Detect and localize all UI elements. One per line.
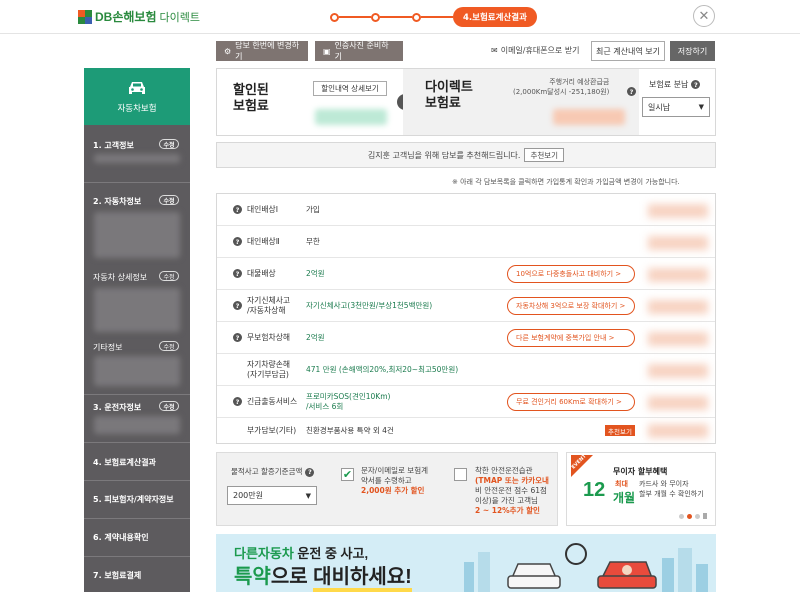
- recommend-tag[interactable]: 추천보기: [605, 425, 635, 436]
- upsell-link[interactable]: 다른 보험계약에 중복가입 안내 >: [507, 329, 635, 347]
- edit-badge[interactable]: 수정: [159, 271, 179, 281]
- logo-db-text: DB손해보험: [95, 10, 157, 24]
- coverage-row[interactable]: ? 무보험차상해 2억원 다른 보험계약에 중복가입 안내 >: [217, 322, 715, 354]
- chevron-down-icon: ▼: [305, 491, 311, 500]
- upsell-link[interactable]: 10억으로 다중충돌사고 대비하기 >: [507, 265, 635, 283]
- direct-premium-amount: [553, 109, 625, 125]
- carousel-dots[interactable]: [679, 513, 707, 519]
- coverage-row[interactable]: ? 대물배상 2억원 10억으로 다중충돌사고 대비하기 >: [217, 258, 715, 290]
- premium-summary: 할인된 보험료 할인내역 상세보기 › 다이렉트 보험료 주행거리 예상환급금 …: [216, 68, 716, 136]
- promo-banner[interactable]: 다른자동차 운전 중 사고, 특약으로 대비하세요!: [216, 534, 716, 592]
- sidebar-header[interactable]: 자동차보험: [84, 68, 190, 125]
- coverage-row[interactable]: ? 대인배상Ⅱ 무한: [217, 226, 715, 258]
- coverage-row[interactable]: 부가담보(기타) 친환경부품사용 특약 외 4건 추천보기: [217, 418, 715, 444]
- camera-icon: ▣: [323, 46, 331, 56]
- recommend-bar: 김지훈 고객님을 위해 담보를 추천해드립니다. 추천보기: [216, 142, 716, 168]
- change-coverage-button[interactable]: ⚙ 담보 한번에 변경하기: [216, 41, 308, 61]
- recommend-button[interactable]: 추천보기: [524, 148, 565, 162]
- top-header: DB손해보험 다이렉트 4.보험료계산결과 ✕: [0, 0, 800, 34]
- pay-split-select[interactable]: 일시납 ▼: [642, 97, 710, 117]
- email-contract-checkbox[interactable]: ✔: [341, 468, 354, 481]
- help-icon[interactable]: ?: [233, 397, 242, 406]
- edit-badge[interactable]: 수정: [159, 401, 179, 411]
- step-current: 4.보험료계산결과: [453, 7, 537, 27]
- upsell-link[interactable]: 자동차상해 3억으로 보장 확대하기 >: [507, 297, 635, 315]
- discount-premium-amount: [315, 109, 387, 125]
- sliders-icon: ⚙: [224, 46, 232, 56]
- help-icon[interactable]: ?: [305, 467, 315, 477]
- db-logo[interactable]: DB손해보험 다이렉트: [78, 8, 200, 25]
- upsell-link[interactable]: 무료 견인거리 60Km로 확대하기 >: [507, 393, 635, 411]
- event-description: 카드사 와 무이자 할부 개월 수 확인하기: [639, 480, 704, 498]
- discount-premium-title: 할인된 보험료: [233, 82, 269, 113]
- step-2-dot: [371, 12, 380, 22]
- edit-badge[interactable]: 수정: [159, 341, 179, 351]
- chevron-down-icon: ▼: [698, 103, 704, 111]
- help-icon[interactable]: ?: [233, 237, 242, 246]
- photo-prepare-button[interactable]: ▣ 인증사진 준비하기: [315, 41, 403, 61]
- property-threshold-label: 물적사고 할증기준금액 ?: [231, 467, 315, 477]
- pay-split-label: 보험료 분납 ?: [649, 79, 701, 90]
- event-banner[interactable]: EVENT 무이자 할부혜택 12 최대 개월 카드사 와 무이자 할부 개월 …: [566, 452, 716, 526]
- logo-direct-text: 다이렉트: [159, 11, 200, 24]
- help-icon[interactable]: ?: [233, 205, 242, 214]
- event-title: 무이자 할부혜택: [613, 467, 668, 476]
- car-icon: [129, 81, 145, 94]
- direct-premium-title: 다이렉트 보험료: [425, 79, 473, 110]
- save-button[interactable]: 저장하기: [670, 41, 715, 61]
- banner-illustration: [464, 543, 708, 592]
- coverage-row[interactable]: ? 긴급출동서비스 프로미카SOS(견인10Km) /서비스 6회 무료 견인거…: [217, 386, 715, 418]
- email-contract-text: 문자/이메일로 보험계 약서를 수령하고 2,000원 추가 할인: [361, 466, 429, 495]
- edit-badge[interactable]: 수정: [159, 195, 179, 205]
- coverage-row[interactable]: 자기차량손해 (자기부담금) 471 만원 (손해액의20%,최저20~최고50…: [217, 354, 715, 386]
- step-3-dot: [412, 12, 421, 22]
- close-button[interactable]: ✕: [693, 5, 715, 27]
- info-note: ※ 아래 각 담보목록을 클릭하면 가입통계 확인과 가입금액 변경이 가능합니…: [452, 178, 680, 186]
- recommend-text: 김지훈 고객님을 위해 담보를 추천해드립니다.: [367, 150, 521, 160]
- recent-calc-button[interactable]: 최근 계산내역 보기: [591, 41, 665, 61]
- event-months-number: 12: [583, 479, 606, 501]
- logo-mark-icon: [78, 9, 92, 24]
- discount-detail-button[interactable]: 할인내역 상세보기: [313, 81, 387, 96]
- banner-subheadline: 특약으로 대비하세요!: [234, 560, 412, 592]
- coverage-row[interactable]: ? 대인배상Ⅰ 가입: [217, 194, 715, 226]
- coverage-table: ? 대인배상Ⅰ 가입 ? 대인배상Ⅱ 무한 ? 대물배상 2억원 10억으로 다…: [216, 193, 716, 444]
- help-icon[interactable]: ?: [627, 87, 636, 96]
- premium-column: [648, 198, 708, 443]
- help-icon[interactable]: ?: [691, 80, 701, 89]
- mail-icon: ✉: [491, 46, 498, 55]
- help-icon[interactable]: ?: [233, 301, 242, 310]
- sidebar-title: 자동차보험: [117, 103, 157, 114]
- coverage-row[interactable]: ? 자기신체사고 /자동차상해 자기신체사고(3천만원/부상1천5백만원) 자동…: [217, 290, 715, 322]
- help-icon[interactable]: ?: [233, 269, 242, 278]
- extra-options: 물적사고 할증기준금액 ? 200만원 ▼ ✔ 문자/이메일로 보험계 약서를 …: [216, 452, 558, 526]
- progress-steps: 4.보험료계산결과: [330, 7, 537, 27]
- safe-driving-text: 착한 안전운전습관 (TMAP 또는 카카오내 비 안전운전 점수 61점 이상…: [475, 466, 549, 515]
- sidebar: 자동차보험 1. 고객정보 수정 2. 자동차정보 수정 자동차 상세정보 수정…: [84, 68, 190, 592]
- pause-icon[interactable]: [703, 513, 707, 519]
- close-icon: ✕: [698, 8, 710, 24]
- edit-badge[interactable]: 수정: [159, 139, 179, 149]
- mileage-note: 주행거리 예상환급금 (2,000Km달성시 -251,180원): [513, 78, 610, 96]
- help-icon[interactable]: ?: [233, 333, 242, 342]
- step-1-dot: [330, 12, 339, 22]
- safe-driving-checkbox[interactable]: [454, 468, 467, 481]
- email-receive-link[interactable]: ✉ 이메일/휴대폰으로 받기: [491, 45, 580, 56]
- property-threshold-select[interactable]: 200만원 ▼: [227, 486, 317, 505]
